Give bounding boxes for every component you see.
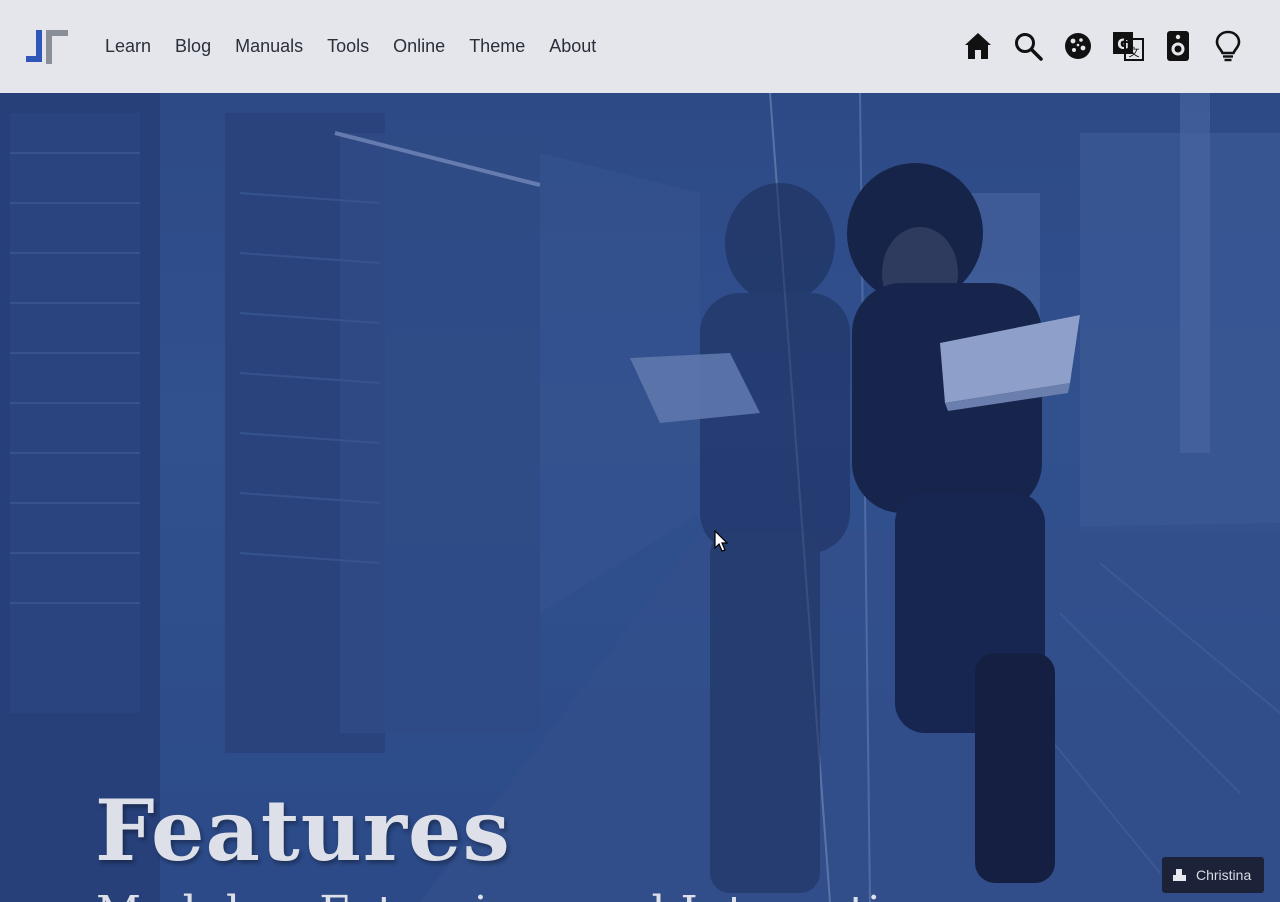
mouse-cursor-icon (714, 530, 729, 552)
main-nav: Learn Blog Manuals Tools Online Theme Ab… (105, 35, 620, 57)
svg-text:文: 文 (1129, 45, 1140, 59)
nav-online[interactable]: Online (393, 35, 445, 57)
translate-icon[interactable]: G文 (1112, 28, 1144, 64)
home-icon[interactable] (962, 28, 994, 64)
hero-title: Features (95, 781, 511, 880)
nav-about[interactable]: About (549, 35, 596, 57)
header-icons: G文 (962, 28, 1244, 64)
speaker-icon[interactable] (1162, 28, 1194, 64)
hero-banner: Features Modules, Extensions and Integra… (0, 93, 1280, 902)
nav-manuals[interactable]: Manuals (235, 35, 303, 57)
lightbulb-icon[interactable] (1212, 28, 1244, 64)
site-header: Learn Blog Manuals Tools Online Theme Ab… (0, 0, 1280, 93)
nav-blog[interactable]: Blog (175, 35, 211, 57)
site-logo[interactable] (26, 28, 68, 66)
cookie-icon[interactable] (1062, 28, 1094, 64)
nav-tools[interactable]: Tools (327, 35, 369, 57)
user-icon (1173, 869, 1186, 881)
nav-theme[interactable]: Theme (469, 35, 525, 57)
nav-learn[interactable]: Learn (105, 35, 151, 57)
hero-subtitle: Modules, Extensions and Integrations (96, 885, 961, 902)
user-badge[interactable]: Christina (1162, 857, 1264, 893)
user-name: Christina (1196, 867, 1252, 883)
search-icon[interactable] (1012, 28, 1044, 64)
